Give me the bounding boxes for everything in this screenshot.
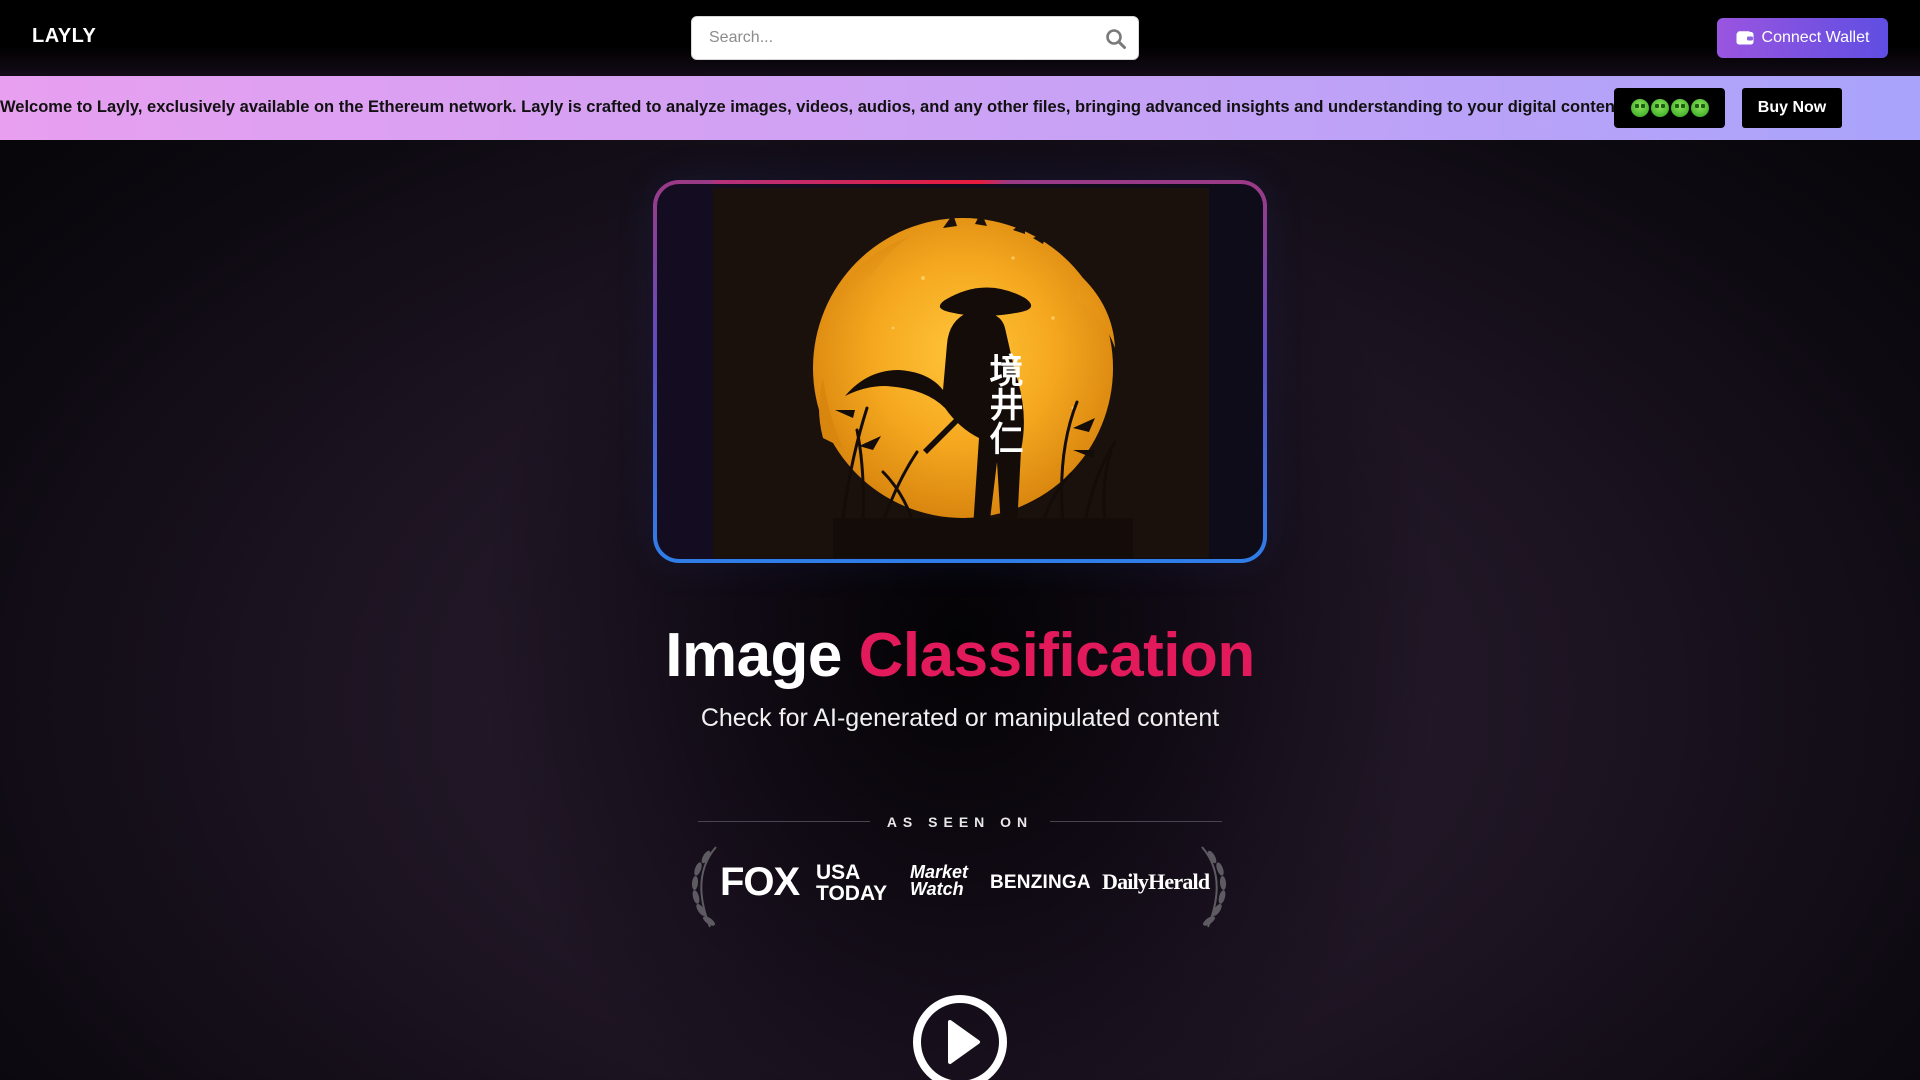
- press-logo-usa-today-line2: TODAY: [816, 882, 888, 905]
- hero-image-container: 境井仁: [657, 184, 1263, 559]
- title-accent: Classification: [858, 621, 1256, 690]
- site-logo[interactable]: LAYLY: [32, 25, 96, 48]
- emoji-badge[interactable]: [1614, 88, 1725, 128]
- press-logo-daily-herald: DailyHerald: [1102, 869, 1210, 894]
- search-bar[interactable]: [691, 16, 1139, 60]
- page-title: Image Classification: [0, 620, 1920, 691]
- press-logos: FOX USA TODAY Market Watch BENZINGA Dail…: [718, 852, 1210, 912]
- top-navbar: LAYLY Connect Wallet: [0, 0, 1920, 76]
- connect-wallet-button[interactable]: Connect Wallet: [1717, 18, 1888, 58]
- play-icon: [913, 995, 1007, 1080]
- divider-line: [1050, 821, 1222, 822]
- press-logo-fox: FOX: [720, 860, 800, 904]
- buy-now-button[interactable]: Buy Now: [1742, 88, 1842, 128]
- announcement-text: Welcome to Layly, exclusively available …: [0, 98, 1626, 116]
- press-logo-benzinga: BENZINGA: [990, 872, 1091, 893]
- press-logo-usa-today: USA TODAY: [816, 862, 887, 904]
- money-face-icon: [1630, 99, 1649, 117]
- connect-wallet-label: Connect Wallet: [1761, 29, 1870, 46]
- money-face-icon: [1690, 99, 1709, 117]
- artwork-calligraphy: 境井仁: [983, 353, 1023, 455]
- page-subtitle: Check for AI-generated or manipulated co…: [700, 704, 1220, 732]
- play-video-button[interactable]: [912, 994, 1008, 1080]
- title-main: Image: [665, 621, 859, 690]
- hero-image-frame: 境井仁: [653, 180, 1267, 563]
- as-seen-on-heading: AS SEEN ON: [886, 814, 1034, 830]
- hero-artwork-image: 境井仁: [713, 188, 1209, 558]
- search-icon[interactable]: [1104, 27, 1128, 51]
- press-logo-marketwatch-line2: Watch: [910, 879, 964, 899]
- money-face-icon: [1670, 99, 1689, 117]
- search-input[interactable]: [692, 17, 1138, 59]
- wallet-icon: [1736, 31, 1754, 45]
- as-seen-on-heading-row: AS SEEN ON: [698, 811, 1222, 833]
- announcement-banner: Welcome to Layly, exclusively available …: [0, 76, 1920, 140]
- press-logo-usa-today-line1: USA: [816, 861, 861, 884]
- press-logo-marketwatch: Market Watch: [910, 863, 968, 899]
- laurel-left-icon: [691, 846, 717, 928]
- money-face-icon: [1650, 99, 1669, 117]
